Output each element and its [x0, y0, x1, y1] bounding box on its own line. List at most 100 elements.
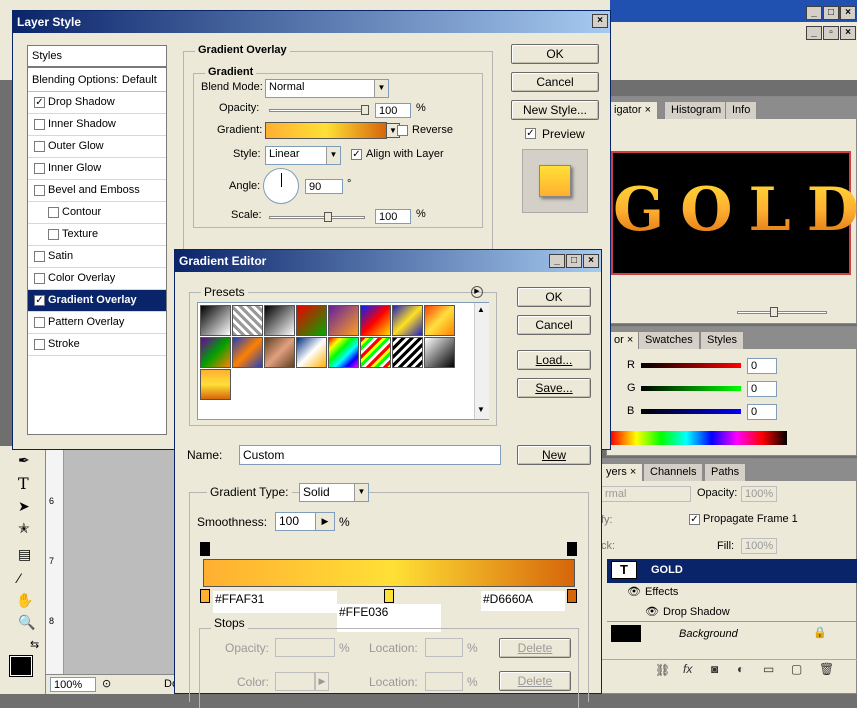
stop-color-delete-button[interactable]: Delete — [499, 671, 571, 691]
link-layers-icon[interactable]: ⛓ — [655, 663, 670, 677]
opacity-slider-thumb[interactable] — [361, 105, 369, 115]
channel-r-field[interactable]: 0 — [747, 358, 777, 374]
gradient-picker[interactable]: ▼ — [265, 122, 400, 139]
gradient-name-input[interactable]: Custom — [239, 445, 501, 465]
tab-navigator[interactable]: igator × — [607, 101, 659, 119]
tab-swatches[interactable]: Swatches — [638, 331, 700, 349]
swap-colors-icon[interactable]: ⇆ — [30, 638, 39, 651]
style-checkbox[interactable] — [34, 119, 45, 130]
gradient-editor-close-button[interactable]: × — [583, 254, 599, 268]
stop-opacity-delete-button[interactable]: Delete — [499, 638, 571, 658]
style-item-contour[interactable]: Contour — [28, 202, 166, 224]
doc-close-button[interactable]: × — [840, 26, 856, 40]
style-item-texture[interactable]: Texture — [28, 224, 166, 246]
preset-swatch[interactable] — [232, 305, 263, 336]
preset-swatch[interactable] — [264, 337, 295, 368]
close-icon[interactable]: × — [645, 104, 651, 116]
doc-minimize-button[interactable]: _ — [806, 26, 822, 40]
zoom-field[interactable]: 100% — [50, 677, 96, 692]
style-checkbox[interactable] — [48, 207, 59, 218]
tab-color[interactable]: or × — [607, 331, 641, 349]
preset-swatch[interactable] — [360, 305, 391, 336]
angle-field[interactable]: 90 — [305, 179, 343, 194]
blending-options-item[interactable]: Blending Options: Default — [28, 70, 166, 92]
app-close-button[interactable]: × — [840, 6, 856, 20]
scale-slider-thumb[interactable] — [324, 212, 332, 222]
layer-row-gold[interactable]: T GOLD — [607, 559, 857, 583]
style-checkbox[interactable] — [34, 141, 45, 152]
app-maximize-button[interactable]: □ — [823, 6, 839, 20]
preset-swatch[interactable] — [232, 337, 263, 368]
style-item-color-overlay[interactable]: Color Overlay — [28, 268, 166, 290]
tab-layers[interactable]: yers × — [599, 463, 644, 481]
shape-tool-icon[interactable]: ✭ — [18, 520, 30, 537]
style-checkbox[interactable] — [34, 273, 45, 284]
style-item-pattern-overlay[interactable]: Pattern Overlay — [28, 312, 166, 334]
gradient-bar[interactable] — [203, 559, 575, 587]
scale-field[interactable]: 100 — [375, 209, 411, 224]
styles-header[interactable]: Styles — [28, 46, 166, 68]
stop-opacity-location-field[interactable] — [425, 638, 463, 657]
style-item-stroke[interactable]: Stroke — [28, 334, 166, 356]
layer-row-background[interactable]: Background 🔒 — [607, 621, 857, 645]
preset-swatch[interactable] — [264, 305, 295, 336]
gradient-ok-button[interactable]: OK — [517, 287, 591, 307]
layer-style-close-button[interactable]: × — [592, 14, 608, 28]
style-checkbox[interactable] — [34, 185, 45, 196]
stop-color-swatch[interactable] — [275, 672, 315, 691]
eye-icon[interactable]: 👁 — [627, 585, 641, 598]
channel-b-slider[interactable] — [641, 409, 741, 414]
tab-channels[interactable]: Channels — [643, 463, 704, 481]
preset-swatch[interactable] — [424, 305, 455, 336]
status-menu-icon[interactable]: ⊙ — [102, 677, 111, 690]
tab-histogram[interactable]: Histogram — [664, 101, 729, 119]
gradient-new-button[interactable]: New — [517, 445, 591, 465]
stop-opacity-field[interactable] — [275, 638, 335, 657]
eyedropper-icon[interactable]: ⁄ — [18, 570, 20, 586]
preset-swatch[interactable] — [424, 337, 455, 368]
color-spectrum-bar[interactable] — [611, 431, 787, 445]
channel-r-slider[interactable] — [641, 363, 741, 368]
color-stop-right[interactable] — [567, 589, 577, 603]
style-checkbox[interactable] — [48, 229, 59, 240]
align-with-layer-checkbox[interactable]: ✓ — [351, 149, 362, 160]
tab-info[interactable]: Info — [725, 101, 758, 119]
preset-swatch[interactable] — [328, 337, 359, 368]
stop-color-location-field[interactable] — [425, 672, 463, 691]
reverse-checkbox[interactable] — [397, 125, 408, 136]
canvas-area[interactable] — [64, 446, 174, 676]
doc-restore-button[interactable]: ▫ — [823, 26, 839, 40]
scale-slider[interactable] — [269, 216, 365, 219]
trash-icon[interactable]: 🗑 — [819, 662, 834, 676]
style-checkbox[interactable] — [34, 251, 45, 262]
path-select-icon[interactable]: ➤ — [18, 498, 30, 515]
style-checkbox[interactable]: ✓ — [34, 295, 45, 306]
zoom-tool-icon[interactable]: 🔍 — [18, 614, 35, 631]
style-item-satin[interactable]: Satin — [28, 246, 166, 268]
app-minimize-button[interactable]: _ — [806, 6, 822, 20]
fx-icon[interactable]: fx — [683, 662, 692, 676]
preset-swatch[interactable] — [392, 337, 423, 368]
pen-tool-icon[interactable]: ✒ — [18, 452, 30, 469]
preset-swatch-selected[interactable] — [200, 369, 231, 400]
type-tool-icon[interactable]: T — [18, 474, 29, 493]
adjustment-icon[interactable]: ◐ — [737, 662, 744, 676]
style-item-bevel-and-emboss[interactable]: Bevel and Emboss — [28, 180, 166, 202]
preset-swatch[interactable] — [200, 305, 231, 336]
preview-checkbox[interactable]: ✓ — [525, 128, 536, 139]
folder-icon[interactable]: ▭ — [763, 662, 774, 676]
style-item-gradient-overlay[interactable]: ✓ Gradient Overlay — [28, 290, 166, 312]
style-checkbox[interactable] — [34, 317, 45, 328]
navigator-thumbnail[interactable]: GOLD — [611, 151, 857, 275]
navigator-zoom-thumb[interactable] — [770, 307, 778, 317]
gradient-load-button[interactable]: Load... — [517, 350, 591, 370]
tab-styles[interactable]: Styles — [700, 331, 744, 349]
color-stop-left[interactable] — [200, 589, 210, 603]
layer-style-cancel-button[interactable]: Cancel — [511, 72, 599, 92]
scroll-up-icon[interactable]: ▲ — [477, 305, 485, 314]
new-layer-icon[interactable]: ▢ — [791, 662, 802, 676]
propagate-checkbox[interactable]: ✓ — [689, 514, 700, 525]
eye-icon[interactable]: 👁 — [645, 605, 659, 618]
opacity-stop-left[interactable] — [200, 542, 210, 556]
layer-opacity-field[interactable]: 100% — [741, 486, 777, 502]
